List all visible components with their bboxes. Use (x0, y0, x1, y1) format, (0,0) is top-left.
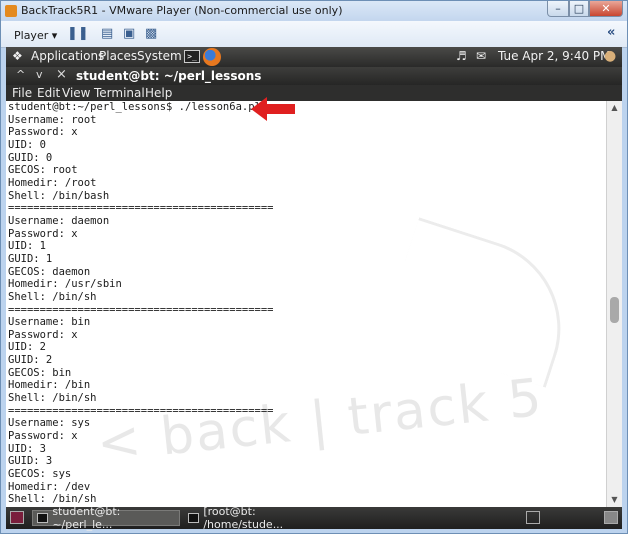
vmware-toolbar: Player ▾ ❚❚ ▾ ▤ ▣ ▩ « (1, 21, 627, 48)
backtrack-dragon-watermark (381, 217, 584, 388)
gnome-bottom-panel: student@bt: ~/perl_le... [root@bt: /home… (6, 505, 622, 531)
unity-icon[interactable]: ▩ (145, 26, 157, 41)
terminal-icon (188, 513, 200, 523)
workspace-switcher-icon[interactable] (526, 511, 540, 524)
system-menu[interactable]: System (137, 49, 182, 63)
roll-up-icon[interactable]: ^ (16, 68, 25, 81)
terminal-output-area[interactable]: < back | track 5 student@bt:~/perl_lesso… (6, 101, 606, 507)
send-keys-icon[interactable]: ▤ (101, 26, 113, 41)
window-title: BackTrack5R1 - VMware Player (Non-commer… (21, 4, 343, 17)
window-titlebar[interactable]: BackTrack5R1 - VMware Player (Non-commer… (1, 1, 627, 21)
terminal-menubar: File Edit View Terminal Help (6, 85, 622, 101)
terminal-output: student@bt:~/perl_lessons$ ./lesson6a.pl… (8, 101, 274, 506)
menu-edit[interactable]: Edit (37, 86, 60, 100)
vmware-app-icon (5, 5, 17, 17)
terminal-scrollbar[interactable]: ▲ ▼ (606, 101, 622, 507)
trash-icon[interactable] (604, 511, 618, 524)
close-button[interactable]: ✕ (589, 1, 623, 17)
firefox-icon[interactable] (203, 48, 221, 66)
taskbar-item-root-terminal[interactable]: [root@bt: /home/stude... (184, 505, 334, 531)
scroll-down-icon[interactable]: ▼ (607, 493, 622, 507)
distro-icon[interactable]: ❖ (12, 49, 23, 63)
menu-help[interactable]: Help (145, 86, 172, 100)
applications-menu[interactable]: Applications (31, 49, 104, 63)
gnome-top-panel: ❖ Applications Places System >_ ♬ ✉ Tue … (6, 47, 622, 67)
arrow-shape (251, 97, 295, 121)
show-desktop-icon[interactable] (10, 511, 24, 524)
scroll-up-icon[interactable]: ▲ (607, 101, 622, 115)
taskbar-item-student-terminal[interactable]: student@bt: ~/perl_le... (32, 505, 180, 531)
menu-terminal[interactable]: Terminal (94, 86, 145, 100)
fullscreen-icon[interactable]: ▣ (123, 26, 135, 41)
clock[interactable]: Tue Apr 2, 9:40 PM (498, 49, 611, 63)
menu-view[interactable]: View (62, 86, 90, 100)
places-menu[interactable]: Places (99, 49, 137, 63)
user-icon[interactable]: ● (604, 48, 616, 64)
collapse-toolbar-icon[interactable]: « (607, 25, 615, 40)
player-menu-button[interactable]: Player ▾ (7, 25, 64, 45)
terminal-icon (37, 513, 49, 523)
scrollbar-thumb[interactable] (610, 297, 619, 323)
taskbar-item-label: student@bt: ~/perl_le... (52, 505, 121, 531)
menu-file[interactable]: File (12, 86, 32, 100)
red-arrow-annotation (251, 97, 295, 121)
terminal-launcher-icon[interactable]: >_ (184, 50, 200, 63)
minimize-button[interactable]: – (547, 1, 569, 17)
close-terminal-icon[interactable]: × (56, 67, 67, 82)
volume-icon[interactable]: ♬ (456, 49, 467, 63)
taskbar-item-label: [root@bt: /home/stude... (203, 505, 284, 531)
chevron-down-icon[interactable]: ▾ (81, 29, 86, 39)
maximize-button[interactable]: □ (569, 1, 589, 17)
roll-down-icon[interactable]: v (36, 68, 43, 81)
terminal-window-title: student@bt: ~/perl_lessons (76, 69, 262, 83)
mail-icon[interactable]: ✉ (476, 49, 486, 63)
terminal-titlebar[interactable]: ^ v × student@bt: ~/perl_lessons (6, 67, 622, 85)
vmware-window: BackTrack5R1 - VMware Player (Non-commer… (0, 0, 628, 534)
